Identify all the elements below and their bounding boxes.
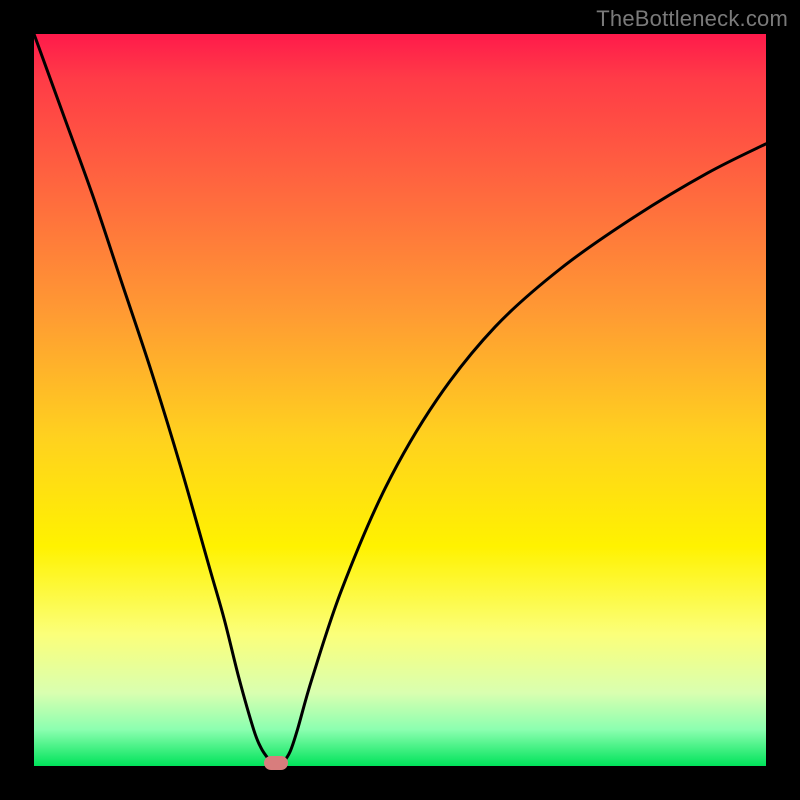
- plot-area: [34, 34, 766, 766]
- attribution-text: TheBottleneck.com: [596, 6, 788, 32]
- curve-svg: [34, 34, 766, 766]
- bottleneck-curve-path: [34, 34, 766, 766]
- optimum-marker: [264, 756, 288, 770]
- chart-frame: TheBottleneck.com: [0, 0, 800, 800]
